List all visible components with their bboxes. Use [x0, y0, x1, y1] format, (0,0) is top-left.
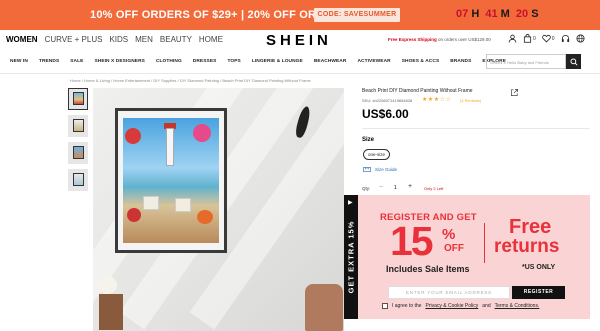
wish-count: 0 — [551, 35, 555, 42]
size-option-one-size[interactable]: one-size — [363, 149, 390, 160]
thumbnail-4[interactable] — [68, 169, 88, 191]
us-only-note: *US ONLY — [522, 264, 556, 271]
thumbnail-2[interactable] — [68, 115, 88, 137]
product-main-image[interactable] — [93, 88, 344, 331]
header-icons: 0 0 — [508, 34, 585, 43]
subnav-tops[interactable]: TOPS — [227, 59, 240, 64]
get-extra-label: GET EXTRA 15% — [346, 220, 356, 294]
subnav-brands[interactable]: BRANDS — [450, 59, 471, 64]
get-extra-tab[interactable]: ▶ GET EXTRA 15% — [344, 195, 358, 319]
subnav-designers[interactable]: SHEIN X DESIGNERS — [94, 59, 144, 64]
subnav-clothing[interactable]: CLOTHING — [156, 59, 182, 64]
beach-painting — [123, 118, 219, 243]
countdown-m: M — [500, 8, 510, 20]
qty-label: Qty: — [362, 186, 371, 191]
includes-sale-items: Includes Sale Items — [386, 264, 470, 274]
category-kids[interactable]: KIDS — [109, 35, 128, 44]
ruler-icon — [363, 167, 371, 172]
terms-link[interactable]: Terms & Conditions. — [495, 303, 540, 309]
countdown-s: S — [531, 8, 539, 20]
subnav-sale[interactable]: SALE — [70, 59, 83, 64]
globe-icon[interactable] — [576, 34, 585, 43]
picture-frame — [115, 108, 227, 253]
agree-row: I agree to the Privacy & Cookie Policy a… — [382, 303, 539, 309]
thumbnail-3[interactable] — [68, 142, 88, 164]
product-sku: SKU: sh2206071419654628 — [362, 98, 413, 103]
category-women[interactable]: WOMEN — [6, 35, 38, 44]
sub-nav: NEW IN TRENDS SALE SHEIN X DESIGNERS CLO… — [0, 50, 600, 74]
product-title: Beach Print DIY Diamond Painting Without… — [362, 88, 473, 94]
site-header: WOMEN CURVE + PLUS KIDS MEN BEAUTY HOME … — [0, 30, 600, 50]
thumbnail-1[interactable] — [68, 88, 88, 110]
thumbnail-list — [68, 88, 88, 196]
agree-prefix: I agree to the — [392, 303, 422, 309]
search-button[interactable] — [566, 54, 581, 69]
countdown-seconds: 20 — [515, 8, 529, 20]
subnav-lingerie[interactable]: LINGERIE & LOUNGE — [252, 59, 303, 64]
shipping-note: Free Express Shipping on orders over US$… — [388, 37, 491, 42]
size-guide-label: Size Guide — [375, 167, 398, 172]
collapse-arrow-icon[interactable]: ▶ — [348, 199, 353, 206]
size-guide-link[interactable]: Size Guide — [363, 167, 397, 172]
countdown-h: H — [471, 8, 480, 20]
register-promo-modal: ▶ GET EXTRA 15% REGISTER AND GET 15 % OF… — [344, 195, 590, 319]
returns-label: returns — [494, 236, 560, 257]
qty-value[interactable]: 1 — [394, 185, 397, 191]
stock-note: Only 2 Left — [424, 186, 444, 191]
category-beauty[interactable]: BEAUTY — [160, 35, 192, 44]
category-men[interactable]: MEN — [135, 35, 153, 44]
privacy-link[interactable]: Privacy & Cookie Policy — [425, 303, 478, 309]
category-curve-plus[interactable]: CURVE + PLUS — [45, 35, 103, 44]
sub-nav-items: NEW IN TRENDS SALE SHEIN X DESIGNERS CLO… — [10, 59, 506, 64]
user-icon[interactable] — [508, 34, 517, 43]
promo-bar: 10% OFF ORDERS OF $29+ | 20% OFF ORDERS … — [0, 0, 600, 30]
rating-stars[interactable]: ★★★☆☆ — [422, 96, 451, 103]
qty-minus-button[interactable]: − — [379, 184, 383, 191]
subnav-activewear[interactable]: ACTIVEWEAR — [357, 59, 390, 64]
agree-checkbox[interactable] — [382, 303, 388, 309]
promo-code[interactable]: CODE: SAVESUMMER — [314, 8, 400, 22]
bag-count: 0 — [533, 35, 536, 42]
register-button[interactable]: REGISTER — [512, 286, 565, 299]
modal-divider — [484, 223, 485, 263]
subnav-dresses[interactable]: DRESSES — [193, 59, 217, 64]
search-input[interactable]: SHEIN X Hello Baby and Friends — [486, 54, 566, 69]
percent-sign: % — [442, 226, 456, 243]
divider — [362, 128, 590, 129]
subnav-shoes[interactable]: SHOES & ACCS — [402, 59, 440, 64]
review-count[interactable]: (4 Reviews) — [460, 98, 481, 103]
subnav-new-in[interactable]: NEW IN — [10, 59, 28, 64]
share-icon[interactable] — [510, 88, 519, 97]
shipping-bold: Free Express Shipping — [388, 37, 437, 42]
off-label: OFF — [444, 243, 464, 254]
agree-and: and — [482, 303, 491, 309]
product-price: US$6.00 — [362, 107, 409, 121]
countdown-timer: 07 H 41 M 20 S — [456, 8, 542, 20]
discount-percent: 15 — [390, 218, 434, 264]
heart-icon[interactable] — [542, 34, 551, 43]
size-label: Size — [362, 137, 375, 143]
search-icon — [569, 57, 578, 66]
countdown-minutes: 41 — [485, 8, 498, 20]
breadcrumb[interactable]: Home / Home & Living / Home Entertainmen… — [70, 78, 311, 83]
shein-logo[interactable]: SHEIN — [266, 32, 332, 49]
headset-icon[interactable] — [561, 34, 570, 43]
qty-plus-button[interactable]: + — [408, 183, 412, 190]
category-home[interactable]: HOME — [199, 35, 223, 44]
subnav-trends[interactable]: TRENDS — [39, 59, 59, 64]
subnav-beachwear[interactable]: BEACHWEAR — [314, 59, 347, 64]
decor-pot — [305, 284, 343, 331]
shipping-rest: on orders over US$129.00 — [436, 37, 491, 42]
category-nav: WOMEN CURVE + PLUS KIDS MEN BEAUTY HOME — [6, 35, 223, 44]
free-label: Free — [509, 216, 552, 238]
decor-flowers — [93, 276, 138, 331]
countdown-hours: 07 — [456, 8, 469, 20]
bag-icon[interactable] — [523, 34, 532, 43]
email-input[interactable]: ENTER YOUR EMAIL ADDRESS — [388, 286, 510, 299]
